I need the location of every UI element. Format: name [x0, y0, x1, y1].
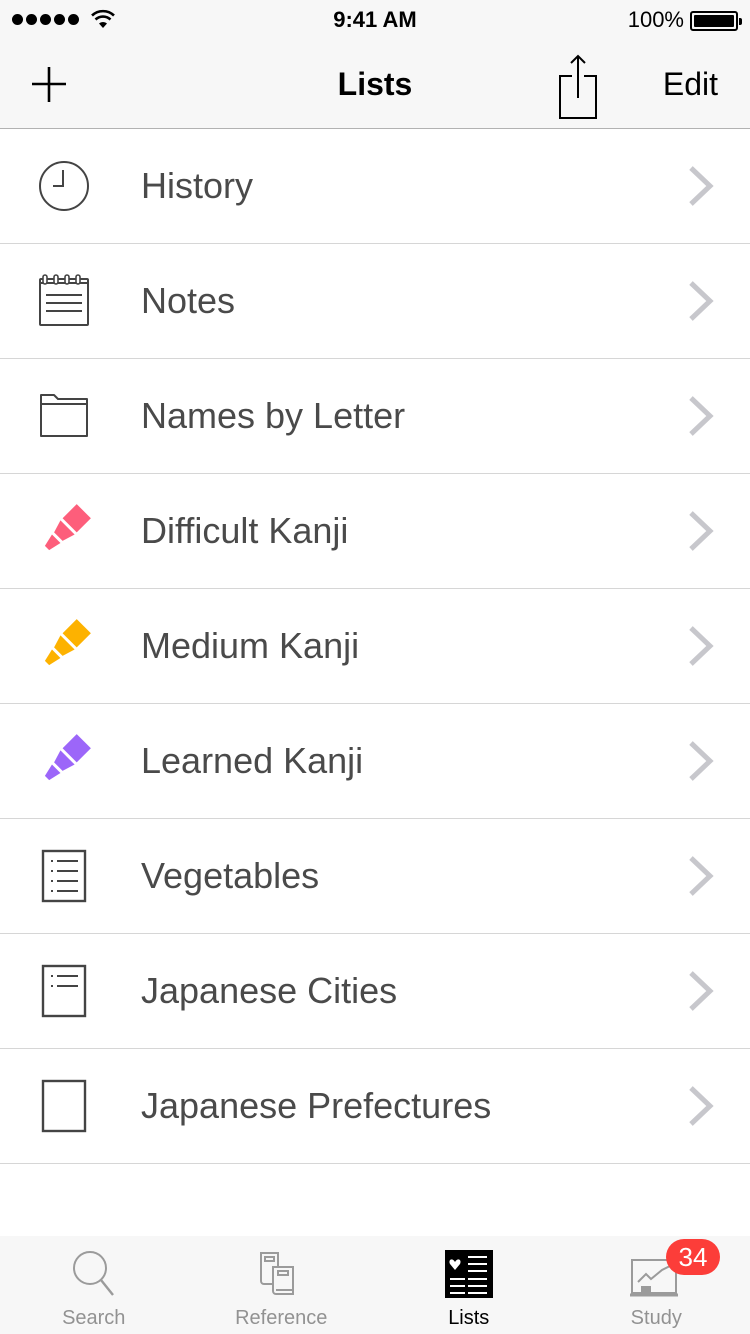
folder-icon	[40, 394, 88, 437]
list-item-names-by-letter[interactable]: Names by Letter	[0, 359, 750, 474]
tab-lists[interactable]: Lists	[375, 1236, 563, 1334]
add-button[interactable]	[24, 62, 74, 106]
navigation-bar: Lists Edit	[0, 40, 750, 129]
plus-icon	[32, 67, 66, 102]
status-bar: 9:41 AM 100%	[0, 0, 750, 40]
chevron-right-icon	[689, 856, 714, 896]
battery-icon	[690, 11, 742, 31]
chevron-right-icon	[689, 281, 714, 321]
list-item-label: Notes	[141, 280, 236, 321]
magnifier-icon	[72, 1251, 114, 1296]
tab-label: Reference	[235, 1307, 328, 1329]
highlighter-icon	[44, 734, 91, 781]
list-item-notes[interactable]: Notes	[0, 244, 750, 359]
lists-table: History Notes Names by Letter Difficult …	[0, 129, 750, 1164]
tab-label: Search	[62, 1307, 126, 1329]
list-item-label: Difficult Kanji	[141, 510, 349, 551]
chevron-right-icon	[689, 166, 714, 206]
tab-search[interactable]: Search	[0, 1236, 188, 1334]
list-item-medium-kanji[interactable]: Medium Kanji	[0, 589, 750, 704]
chevron-right-icon	[689, 741, 714, 781]
tab-study[interactable]: Study	[563, 1236, 750, 1334]
list-item-label: Japanese Prefectures	[141, 1085, 492, 1126]
list-item-label: History	[141, 165, 254, 206]
tab-bar: Search Reference Lists Study	[0, 1236, 750, 1334]
list-item-history[interactable]: History	[0, 129, 750, 244]
short-list-document-icon	[41, 964, 87, 1018]
lists-icon	[444, 1250, 493, 1298]
notepad-icon	[39, 274, 89, 326]
study-badge: 34	[666, 1239, 720, 1275]
list-item-japanese-prefectures[interactable]: Japanese Prefectures	[0, 1049, 750, 1164]
share-icon	[559, 54, 597, 119]
clock-icon	[39, 161, 89, 211]
list-item-learned-kanji[interactable]: Learned Kanji	[0, 704, 750, 819]
highlighter-icon	[44, 619, 91, 666]
edit-button[interactable]: Edit	[663, 66, 718, 103]
list-item-label: Names by Letter	[141, 395, 406, 436]
list-item-vegetables[interactable]: Vegetables	[0, 819, 750, 934]
page-title: Lists	[337, 66, 413, 102]
chevron-right-icon	[689, 1086, 714, 1126]
highlighter-icon	[44, 504, 91, 551]
chevron-right-icon	[689, 511, 714, 551]
chevron-right-icon	[689, 396, 714, 436]
tab-label: Lists	[448, 1307, 490, 1329]
list-document-icon	[41, 849, 87, 903]
tab-label: Study	[630, 1307, 682, 1329]
tab-reference[interactable]: Reference	[188, 1236, 376, 1334]
list-item-difficult-kanji[interactable]: Difficult Kanji	[0, 474, 750, 589]
battery-percent: 100%	[627, 7, 684, 32]
list-item-label: Japanese Cities	[141, 970, 398, 1011]
list-item-label: Medium Kanji	[141, 625, 360, 666]
list-item-japanese-cities[interactable]: Japanese Cities	[0, 934, 750, 1049]
share-button[interactable]	[552, 52, 604, 122]
list-item-label: Learned Kanji	[141, 740, 364, 781]
blank-document-icon	[41, 1079, 87, 1133]
chevron-right-icon	[689, 626, 714, 666]
list-item-label: Vegetables	[141, 855, 320, 896]
books-icon	[260, 1252, 295, 1295]
chevron-right-icon	[689, 971, 714, 1011]
